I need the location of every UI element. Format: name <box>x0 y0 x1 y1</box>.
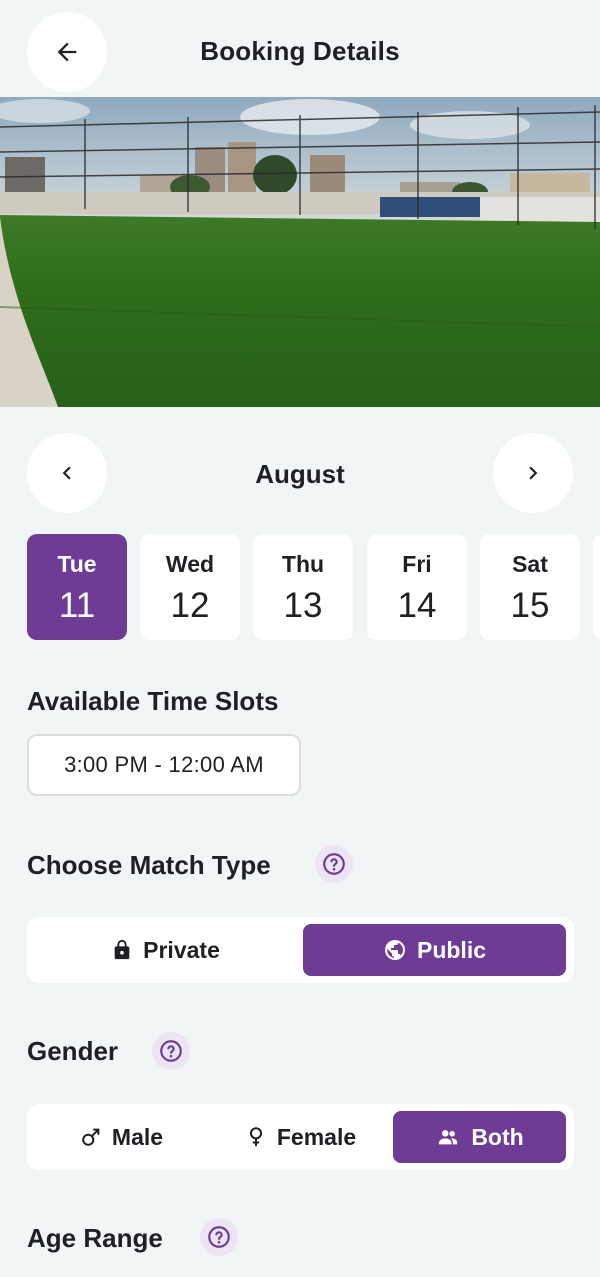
next-month-button[interactable] <box>493 433 573 513</box>
time-slot-button[interactable]: 3:00 PM - 12:00 AM <box>27 734 301 796</box>
public-label: Public <box>416 936 486 963</box>
day-card-sat-15[interactable]: Sat 15 <box>480 534 580 640</box>
day-of-week: Tue <box>57 551 97 577</box>
day-card-thu-13[interactable]: Thu 13 <box>253 534 353 640</box>
month-selector: August <box>0 433 600 513</box>
day-of-week: Sat <box>512 551 548 577</box>
private-label: Private <box>143 936 220 963</box>
male-option[interactable]: Male <box>34 1111 209 1163</box>
day-of-week: Thu <box>281 551 325 577</box>
match-type-title: Choose Match Type <box>27 850 271 880</box>
day-of-week: Fri <box>402 551 432 577</box>
female-option[interactable]: Female <box>213 1111 388 1163</box>
female-icon <box>249 1127 262 1147</box>
globe-icon <box>384 940 405 960</box>
lock-icon <box>114 939 130 960</box>
day-number: 11 <box>58 586 96 625</box>
male-label: Male <box>111 1123 164 1150</box>
both-label: Both <box>471 1123 524 1150</box>
gender-title: Gender <box>27 1036 119 1066</box>
question-circle-icon <box>160 1040 182 1062</box>
app-header: Booking Details <box>0 0 600 97</box>
gender-toggle: Male Female Both <box>27 1104 574 1170</box>
day-selector: Tue 11 Wed 12 Thu 13 Fri 14 Sat 15 <box>27 534 600 640</box>
female-label: Female <box>276 1123 357 1150</box>
both-option[interactable]: Both <box>393 1111 566 1163</box>
day-card-partial[interactable] <box>593 534 600 640</box>
private-option[interactable]: Private <box>34 924 297 976</box>
time-slots-title: Available Time Slots <box>27 686 279 716</box>
day-number: 15 <box>510 586 550 625</box>
chevron-right-icon <box>529 466 538 480</box>
help-icon[interactable] <box>152 1032 190 1070</box>
group-icon <box>439 1130 458 1145</box>
day-number: 12 <box>170 586 210 625</box>
question-circle-icon <box>208 1226 230 1248</box>
age-range-title: Age Range <box>27 1223 163 1253</box>
day-card-tue-11[interactable]: Tue 11 <box>27 534 127 640</box>
day-of-week: Wed <box>165 551 215 577</box>
public-option[interactable]: Public <box>303 924 566 976</box>
day-card-fri-14[interactable]: Fri 14 <box>367 534 467 640</box>
match-type-toggle: Private Public <box>27 917 574 983</box>
help-icon[interactable] <box>315 845 353 883</box>
question-circle-icon <box>323 853 345 875</box>
day-number: 13 <box>283 586 323 625</box>
day-card-wed-12[interactable]: Wed 12 <box>140 534 240 640</box>
turf-field-photo <box>0 97 600 407</box>
page-title: Booking Details <box>200 36 400 66</box>
help-icon[interactable] <box>200 1218 238 1256</box>
day-number: 14 <box>397 586 437 625</box>
male-icon <box>82 1128 100 1146</box>
